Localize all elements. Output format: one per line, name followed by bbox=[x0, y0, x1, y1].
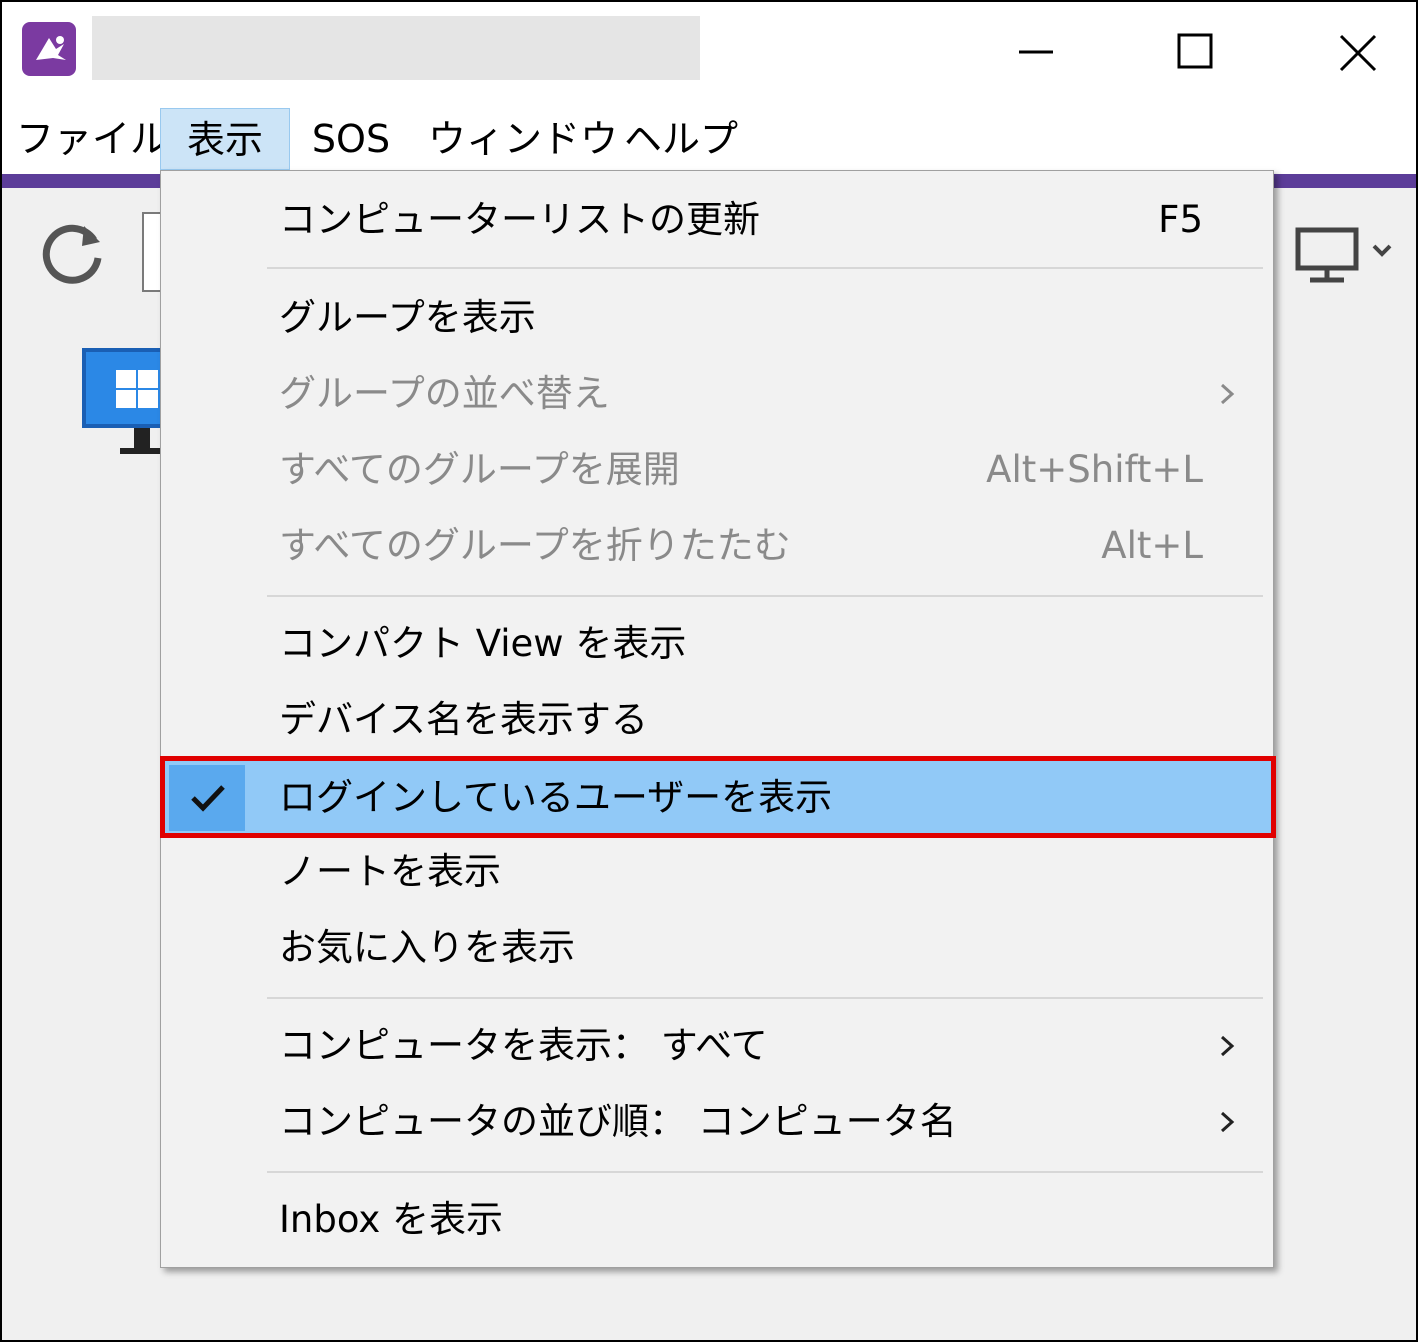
menu-file[interactable]: ファイル bbox=[16, 108, 168, 170]
menu-item-label: コンピュータの並び順： コンピュータ名 bbox=[279, 1100, 957, 1143]
windows-computer-icon[interactable] bbox=[80, 348, 170, 472]
window-title-redacted bbox=[92, 16, 700, 80]
app-logo-icon bbox=[22, 22, 76, 76]
menu-item-label: ログインしているユーザーを表示 bbox=[279, 776, 833, 819]
refresh-button[interactable] bbox=[38, 218, 108, 292]
refresh-icon bbox=[42, 224, 102, 284]
menu-item-shortcut: F5 bbox=[1158, 198, 1203, 241]
monitor-icon bbox=[1295, 227, 1392, 283]
maximize-button[interactable] bbox=[1165, 20, 1225, 80]
title-bar bbox=[2, 2, 1416, 102]
close-button[interactable] bbox=[1328, 20, 1388, 80]
menu-item-label: コンパクト View を表示 bbox=[279, 622, 687, 665]
chevron-right-icon bbox=[1220, 383, 1235, 405]
menu-item-computer-sort-order[interactable]: コンピュータの並び順： コンピュータ名 bbox=[161, 1085, 1273, 1159]
menu-item-show-groups[interactable]: グループを表示 bbox=[161, 281, 1273, 355]
menu-separator bbox=[267, 595, 1263, 597]
menu-item-compact-view[interactable]: コンパクト View を表示 bbox=[161, 607, 1273, 681]
menu-item-shortcut: Alt+Shift+L bbox=[986, 448, 1203, 491]
chevron-right-icon bbox=[1220, 1035, 1235, 1057]
menu-item-label: グループを表示 bbox=[279, 296, 536, 339]
menu-item-show-logged-in-user[interactable]: ログインしているユーザーを表示 bbox=[161, 761, 1273, 835]
menu-item-collapse-all-groups: すべてのグループを折りたたむ Alt+L bbox=[161, 509, 1273, 583]
app-window: ファイル 表示 SOS ウィンドウ ヘルプ コンピューターリストの更新 F5 グ… bbox=[0, 0, 1418, 1342]
menu-item-label: お気に入りを表示 bbox=[279, 926, 575, 969]
menu-separator bbox=[267, 267, 1263, 269]
close-icon bbox=[1339, 34, 1377, 72]
checkmark-icon bbox=[191, 785, 225, 812]
menu-item-show-notes[interactable]: ノートを表示 bbox=[161, 835, 1273, 909]
check-indicator bbox=[169, 765, 245, 831]
menu-window[interactable]: ウィンドウ bbox=[428, 108, 618, 170]
view-toggle-button[interactable] bbox=[1290, 222, 1400, 296]
menu-item-label: デバイス名を表示する bbox=[279, 698, 648, 741]
menu-item-shortcut: Alt+L bbox=[1101, 524, 1203, 567]
menu-item-label: すべてのグループを展開 bbox=[279, 448, 680, 491]
maximize-icon bbox=[1177, 33, 1213, 69]
menu-view[interactable]: 表示 bbox=[160, 108, 290, 170]
menu-item-show-device-name[interactable]: デバイス名を表示する bbox=[161, 683, 1273, 757]
menu-item-show-computers[interactable]: コンピュータを表示： すべて bbox=[161, 1009, 1273, 1083]
menu-item-show-favorites[interactable]: お気に入りを表示 bbox=[161, 911, 1273, 985]
menu-item-label: グループの並べ替え bbox=[279, 372, 610, 415]
menu-sos[interactable]: SOS bbox=[306, 108, 396, 170]
menu-bar: ファイル 表示 SOS ウィンドウ ヘルプ bbox=[2, 102, 1416, 174]
menu-separator bbox=[267, 997, 1263, 999]
menu-item-label: ノートを表示 bbox=[279, 850, 501, 893]
menu-item-expand-all-groups: すべてのグループを展開 Alt+Shift+L bbox=[161, 433, 1273, 507]
view-menu-dropdown: コンピューターリストの更新 F5 グループを表示 グループの並べ替え すべてのグ… bbox=[160, 170, 1274, 1268]
menu-separator bbox=[267, 1171, 1263, 1173]
menu-item-sort-groups: グループの並べ替え bbox=[161, 357, 1273, 431]
menu-item-label: Inbox を表示 bbox=[279, 1198, 504, 1241]
chevron-right-icon bbox=[1220, 1111, 1235, 1133]
menu-item-label: すべてのグループを折りたたむ bbox=[279, 524, 791, 567]
minimize-icon bbox=[1019, 50, 1053, 54]
menu-item-refresh-list[interactable]: コンピューターリストの更新 F5 bbox=[161, 183, 1273, 257]
menu-item-show-inbox[interactable]: Inbox を表示 bbox=[161, 1183, 1273, 1257]
menu-item-label: コンピュータを表示： すべて bbox=[279, 1024, 768, 1067]
menu-help[interactable]: ヘルプ bbox=[624, 108, 738, 170]
minimize-button[interactable] bbox=[1006, 20, 1066, 80]
menu-item-label: コンピューターリストの更新 bbox=[279, 198, 760, 241]
